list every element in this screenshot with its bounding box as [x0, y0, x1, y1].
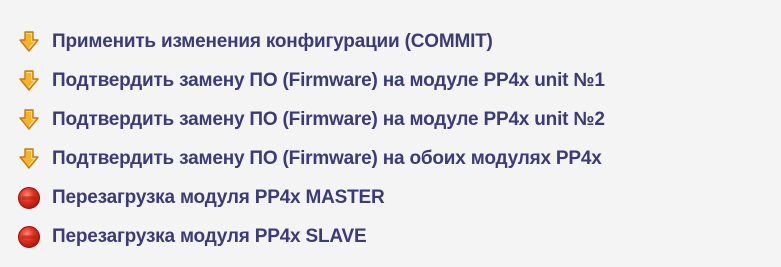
- down-arrow-icon: [16, 107, 42, 133]
- down-arrow-icon: [16, 29, 42, 55]
- top-cutoff-strip: [0, 0, 781, 14]
- menu-item-confirm-firmware-unit2[interactable]: Подтвердить замену ПО (Firmware) на моду…: [16, 103, 605, 137]
- down-arrow-icon: [16, 146, 42, 172]
- cutoff-mark: [48, 0, 60, 4]
- menu-item-commit[interactable]: Применить изменения конфигурации (COMMIT…: [16, 25, 493, 59]
- menu-item-label: Подтвердить замену ПО (Firmware) на моду…: [52, 70, 605, 91]
- down-arrow-icon: [16, 68, 42, 94]
- menu-item-label: Перезагрузка модуля PP4x SLAVE: [52, 226, 367, 247]
- cutoff-mark: [76, 0, 88, 4]
- cutoff-mark: [22, 0, 34, 4]
- red-stop-icon: [16, 185, 42, 211]
- red-stop-icon: [16, 224, 42, 250]
- menu-item-label: Подтвердить замену ПО (Firmware) на моду…: [52, 109, 605, 130]
- menu-item-reboot-master[interactable]: Перезагрузка модуля PP4x MASTER: [16, 181, 385, 215]
- menu-item-label: Перезагрузка модуля PP4x MASTER: [52, 187, 385, 208]
- menu-item-confirm-firmware-unit1[interactable]: Подтвердить замену ПО (Firmware) на моду…: [16, 64, 605, 98]
- context-menu: Применить изменения конфигурации (COMMIT…: [0, 0, 781, 267]
- menu-item-label: Подтвердить замену ПО (Firmware) на обои…: [52, 148, 602, 169]
- menu-item-confirm-firmware-both[interactable]: Подтвердить замену ПО (Firmware) на обои…: [16, 142, 602, 176]
- menu-item-label: Применить изменения конфигурации (COMMIT…: [52, 31, 493, 52]
- cutoff-text-fragment: [430, 0, 660, 4]
- menu-item-reboot-slave[interactable]: Перезагрузка модуля PP4x SLAVE: [16, 220, 367, 254]
